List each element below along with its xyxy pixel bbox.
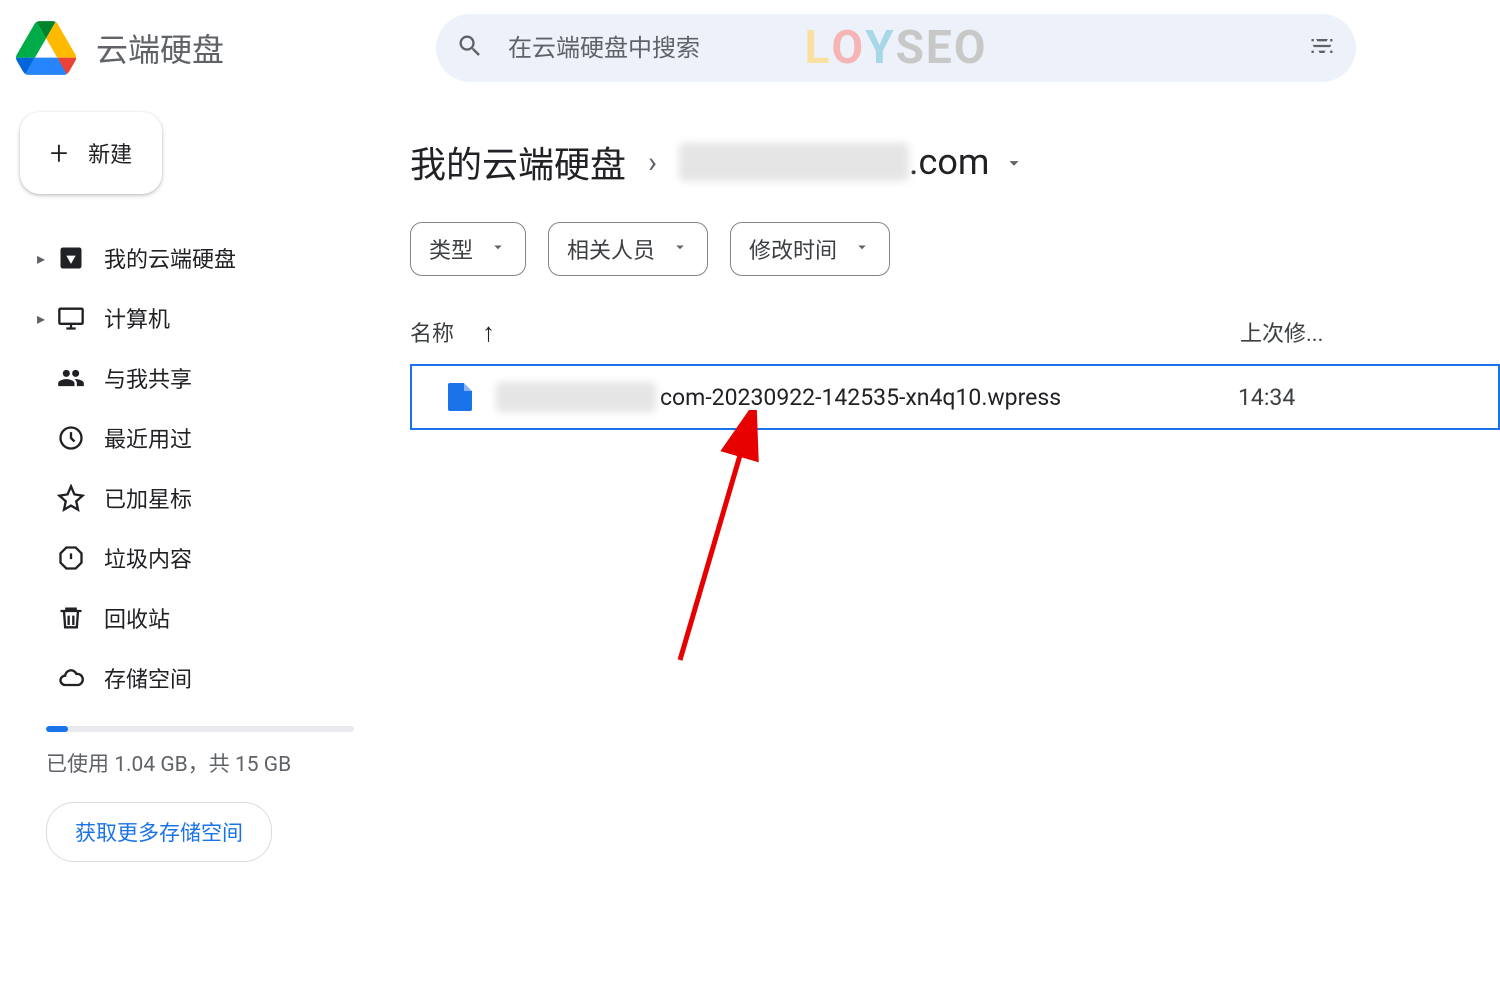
search-bar[interactable]: LOYSEO <box>436 14 1356 82</box>
filter-label: 修改时间 <box>749 233 837 265</box>
filter-people[interactable]: 相关人员 <box>548 222 708 276</box>
column-modified[interactable]: 上次修... <box>1240 316 1500 348</box>
nav-label: 回收站 <box>104 602 360 634</box>
table-header: 名称 ↑ 上次修... <box>410 316 1500 364</box>
breadcrumb-root[interactable]: 我的云端硬盘 <box>410 136 626 188</box>
chevron-right-icon[interactable]: ▸ <box>30 249 52 268</box>
nav-computers[interactable]: ▸ 计算机 <box>20 290 370 346</box>
star-icon <box>56 483 86 513</box>
column-name[interactable]: 名称 ↑ <box>410 316 1240 348</box>
clock-icon <box>56 423 86 453</box>
breadcrumb-suffix: .com <box>909 141 989 183</box>
search-input[interactable] <box>508 34 1308 62</box>
filter-label: 相关人员 <box>567 233 655 265</box>
cloud-icon <box>56 663 86 693</box>
caret-down-icon <box>489 237 507 262</box>
nav-label: 我的云端硬盘 <box>104 242 360 274</box>
nav-trash[interactable]: 回收站 <box>20 590 370 646</box>
computers-icon <box>56 303 86 333</box>
redacted-text <box>496 382 656 412</box>
caret-down-icon <box>671 237 689 262</box>
drive-logo-icon <box>16 20 76 76</box>
file-row[interactable]: com-20230922-142535-xn4q10.wpress 14:34 <box>410 364 1500 430</box>
storage-meter <box>46 726 354 732</box>
filter-type[interactable]: 类型 <box>410 222 526 276</box>
caret-down-icon[interactable] <box>1003 141 1025 183</box>
nav-label: 与我共享 <box>104 362 360 394</box>
filter-modified[interactable]: 修改时间 <box>730 222 890 276</box>
nav-spam[interactable]: 垃圾内容 <box>20 530 370 586</box>
chevron-right-icon: › <box>648 145 657 180</box>
new-button[interactable]: + 新建 <box>20 112 162 194</box>
file-icon <box>448 383 472 411</box>
redacted-text <box>679 143 909 181</box>
storage-meter-fill <box>46 726 68 732</box>
spam-icon <box>56 543 86 573</box>
app-title: 云端硬盘 <box>96 25 224 71</box>
file-name: com-20230922-142535-xn4q10.wpress <box>496 382 1238 412</box>
nav-recent[interactable]: 最近用过 <box>20 410 370 466</box>
nav-shared-with-me[interactable]: 与我共享 <box>20 350 370 406</box>
new-button-label: 新建 <box>88 137 132 169</box>
filter-label: 类型 <box>429 233 473 265</box>
nav-starred[interactable]: 已加星标 <box>20 470 370 526</box>
my-drive-icon <box>56 243 86 273</box>
sidebar: + 新建 ▸ 我的云端硬盘 ▸ 计算机 与我共享 <box>0 96 390 878</box>
plus-icon: + <box>50 134 68 172</box>
storage-text: 已使用 1.04 GB，共 15 GB <box>46 748 370 778</box>
nav-label: 计算机 <box>104 302 360 334</box>
filter-bar: 类型 相关人员 修改时间 <box>410 222 1500 276</box>
breadcrumb: 我的云端硬盘 › .com <box>410 136 1500 188</box>
nav-label: 已加星标 <box>104 482 360 514</box>
nav-label: 垃圾内容 <box>104 542 360 574</box>
breadcrumb-current[interactable]: .com <box>679 141 1025 183</box>
nav-my-drive[interactable]: ▸ 我的云端硬盘 <box>20 230 370 286</box>
caret-down-icon <box>853 237 871 262</box>
chevron-right-icon[interactable]: ▸ <box>30 309 52 328</box>
search-icon <box>456 32 484 64</box>
trash-icon <box>56 603 86 633</box>
nav-label: 最近用过 <box>104 422 360 454</box>
nav-storage[interactable]: 存储空间 <box>20 650 370 706</box>
nav-label: 存储空间 <box>104 662 360 694</box>
file-name-suffix: com-20230922-142535-xn4q10.wpress <box>660 384 1061 411</box>
buy-storage-button[interactable]: 获取更多存储空间 <box>46 802 272 862</box>
people-icon <box>56 363 86 393</box>
sort-ascending-icon[interactable]: ↑ <box>482 317 495 348</box>
file-modified: 14:34 <box>1238 384 1498 411</box>
search-filter-icon[interactable] <box>1308 32 1336 64</box>
